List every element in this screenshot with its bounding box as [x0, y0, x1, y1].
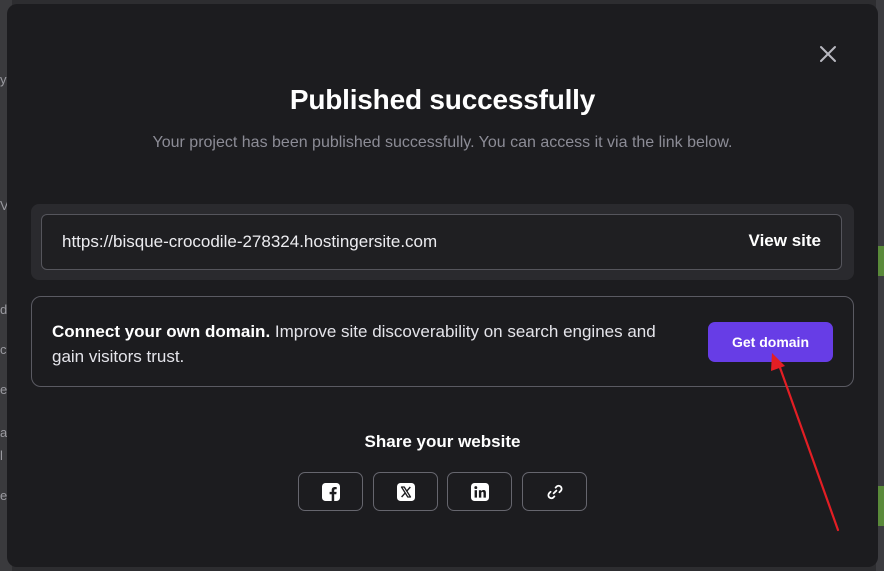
background-text-fragment: l	[0, 448, 3, 463]
share-title: Share your website	[364, 432, 521, 451]
publish-success-modal: Published successfully Your project has …	[7, 4, 878, 567]
linkedin-icon	[470, 482, 489, 501]
get-domain-button[interactable]: Get domain	[708, 322, 833, 362]
connect-domain-text: Connect your own domain. Improve site di…	[52, 319, 692, 369]
view-site-button[interactable]: View site	[749, 231, 821, 251]
modal-title: Published successfully	[289, 84, 596, 115]
site-link-field[interactable]: https://bisque-crocodile-278324.hostinge…	[41, 214, 842, 270]
close-button[interactable]	[817, 43, 839, 65]
site-url[interactable]: https://bisque-crocodile-278324.hostinge…	[62, 232, 437, 252]
share-x-button[interactable]	[373, 472, 438, 511]
close-icon	[820, 46, 836, 62]
modal-subtitle: Your project has been published successf…	[152, 134, 733, 151]
share-linkedin-button[interactable]	[447, 472, 512, 511]
facebook-icon	[321, 482, 340, 501]
background-text-fragment: y	[0, 72, 7, 87]
background-text-fragment: c	[0, 342, 7, 357]
x-twitter-icon	[396, 482, 415, 501]
background-accent	[878, 246, 884, 276]
share-facebook-button[interactable]	[298, 472, 363, 511]
connect-domain-heading: Connect your own domain.	[52, 322, 271, 341]
connect-domain-panel: Connect your own domain. Improve site di…	[31, 296, 854, 387]
site-link-panel: https://bisque-crocodile-278324.hostinge…	[31, 204, 854, 280]
copy-link-button[interactable]	[522, 472, 587, 511]
link-icon	[547, 484, 562, 499]
background-accent	[878, 486, 884, 526]
